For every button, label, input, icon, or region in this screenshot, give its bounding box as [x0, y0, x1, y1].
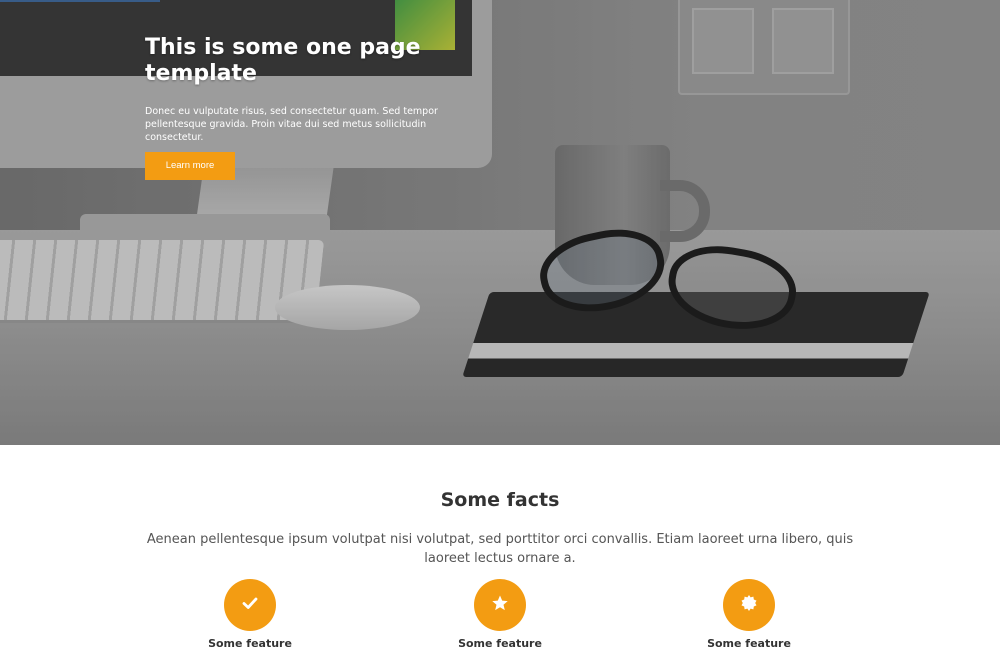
hero-description: Donec eu vulputate risus, sed consectetu…	[145, 106, 438, 143]
hero-content: This is some one page template Donec eu …	[145, 35, 485, 180]
feature-item: Some feature	[175, 579, 325, 650]
hero-section: This is some one page template Donec eu …	[0, 0, 1000, 445]
facts-description: Aenean pellentesque ipsum volutpat nisi …	[146, 532, 854, 566]
hero-title: This is some one page template	[145, 35, 421, 86]
badge-icon	[740, 594, 758, 616]
learn-more-button[interactable]: Learn more	[145, 152, 235, 180]
star-icon	[491, 594, 509, 616]
facts-title: Some facts	[440, 489, 560, 511]
feature-label: Some feature	[707, 637, 791, 650]
checkmark-icon	[241, 594, 259, 616]
facts-section: Some facts Aenean pellentesque ipsum vol…	[0, 445, 1000, 656]
feature-label: Some feature	[208, 637, 292, 650]
feature-item: Some feature	[425, 579, 575, 650]
feature-icon-circle	[474, 579, 526, 631]
feature-item: Some feature	[674, 579, 824, 650]
feature-icon-circle	[723, 579, 775, 631]
feature-icon-circle	[224, 579, 276, 631]
feature-label: Some feature	[458, 637, 542, 650]
